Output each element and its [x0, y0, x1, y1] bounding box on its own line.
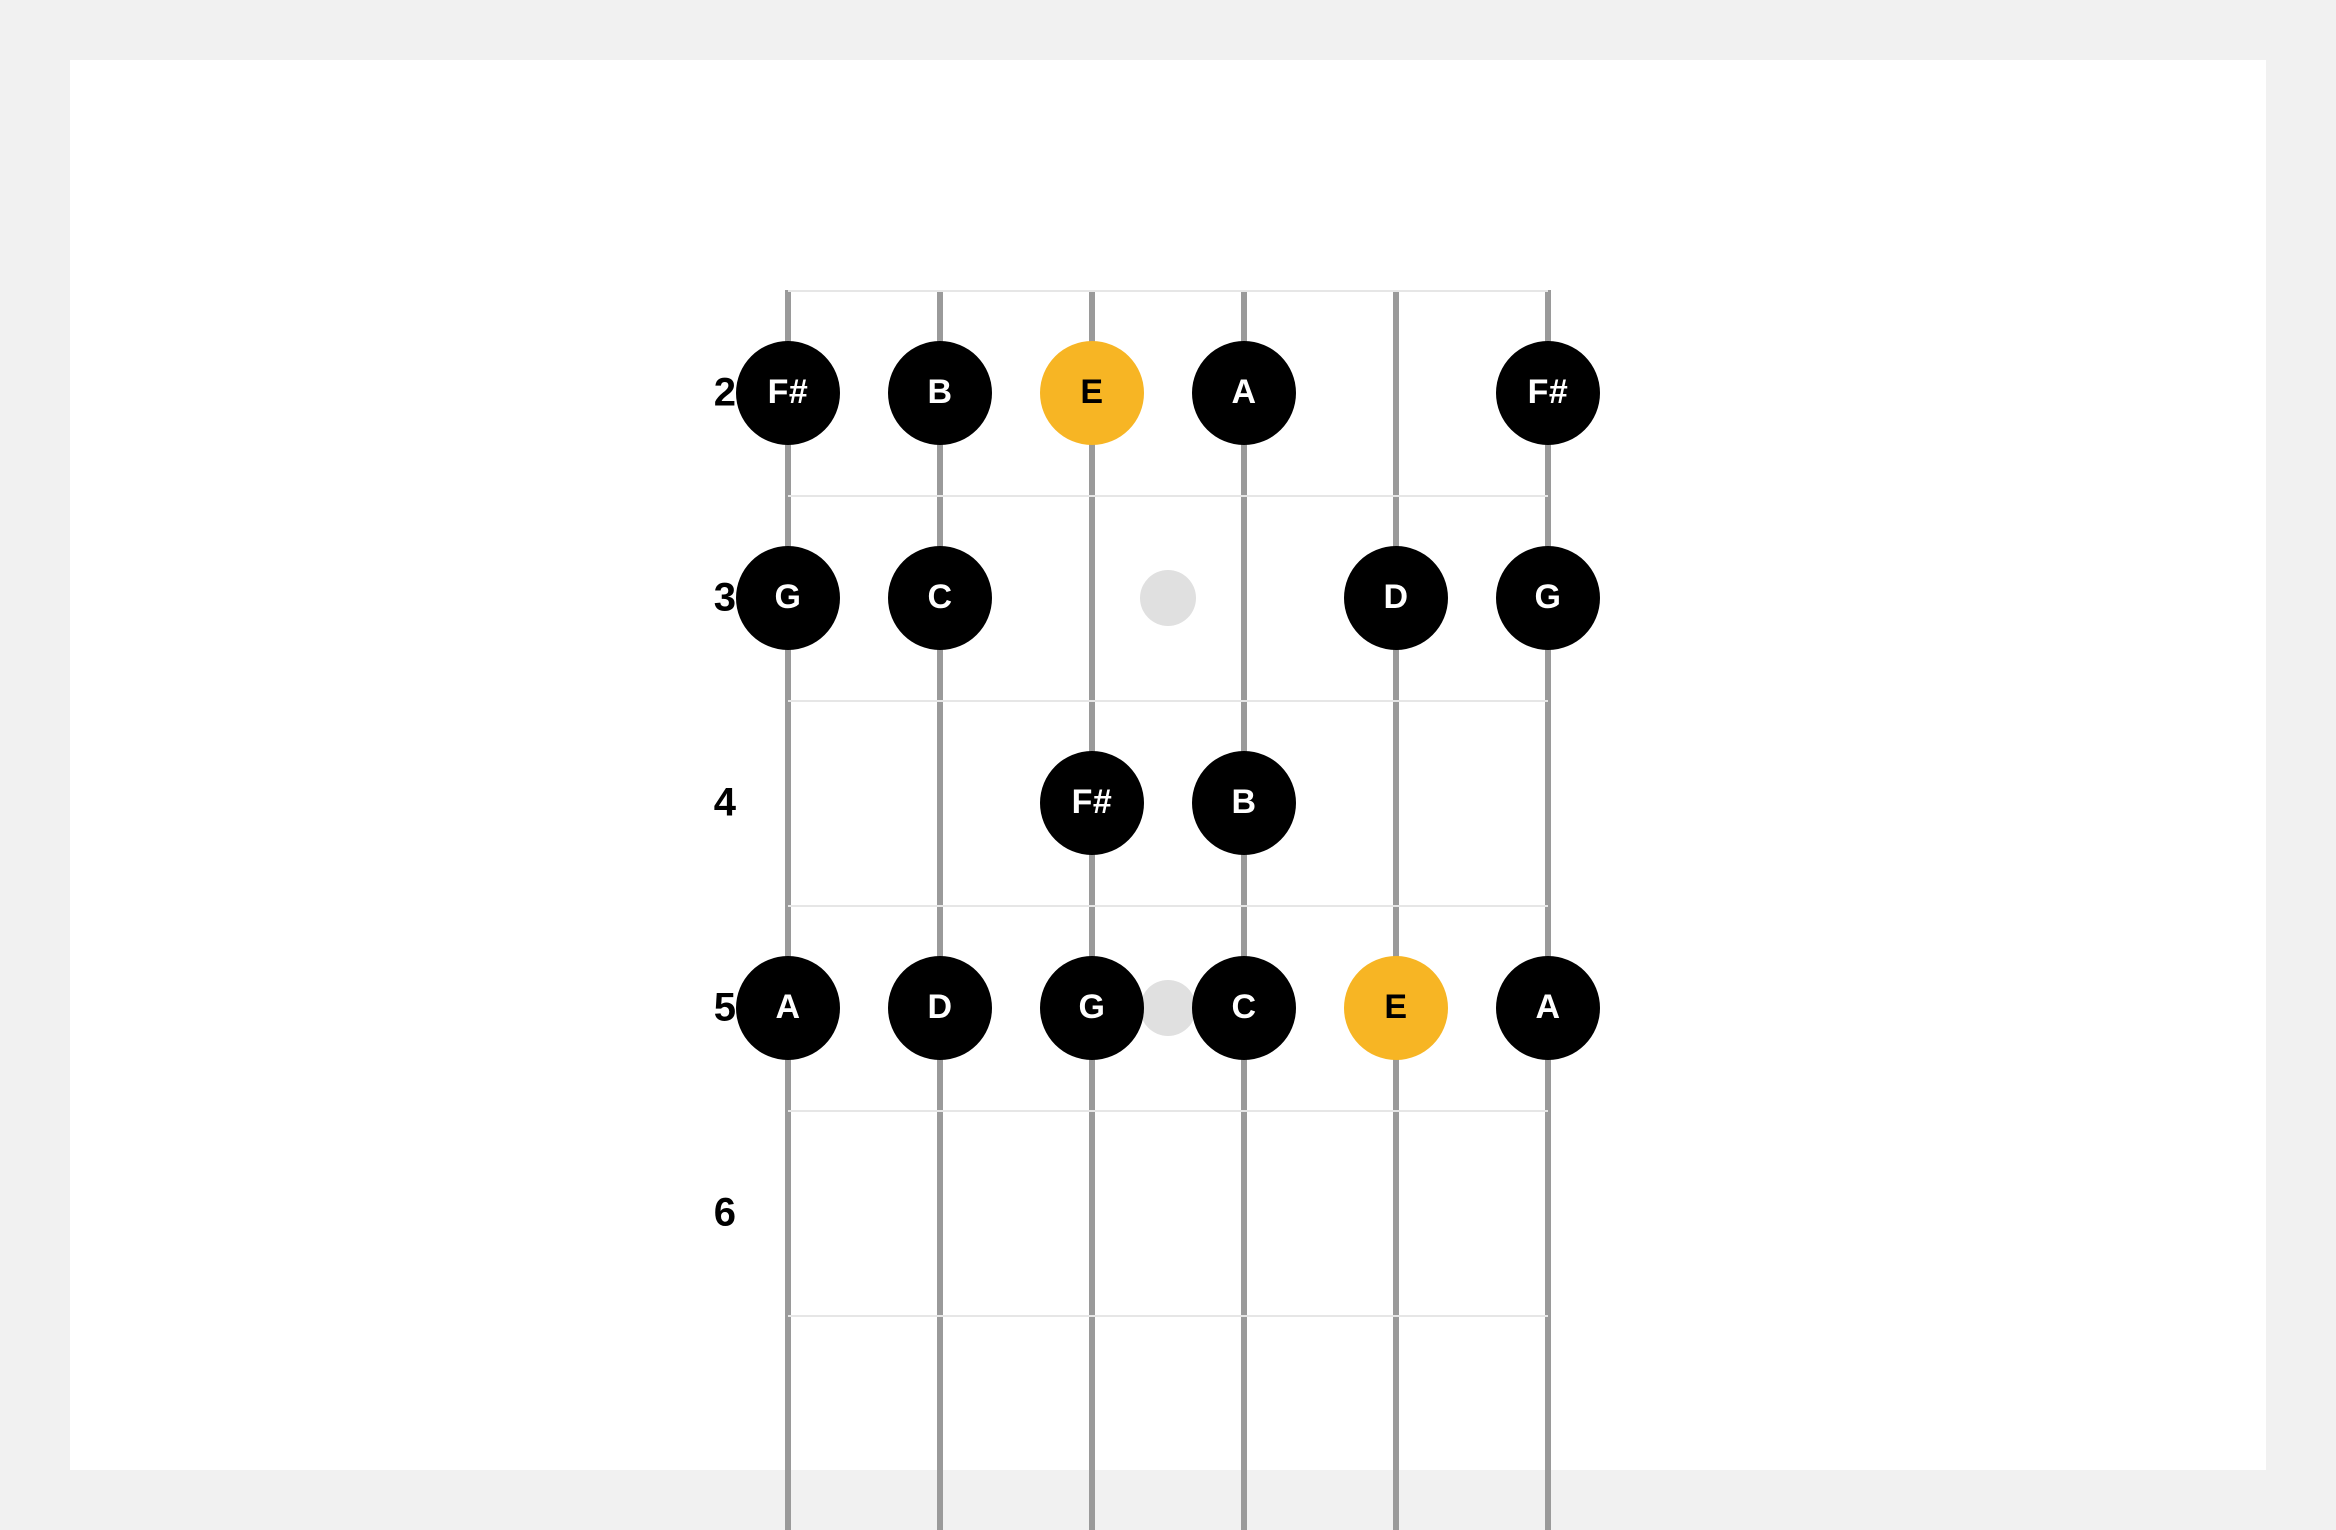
- fret-line-1: [788, 290, 1548, 292]
- string-1: [937, 290, 943, 1530]
- inlay-fret-3: [1140, 570, 1196, 626]
- fret-line-3: [788, 700, 1548, 702]
- note-D-s1-f5: D: [888, 956, 992, 1060]
- note-G-s0-f3: G: [736, 546, 840, 650]
- fretboard-diagram: 23456F#BEAF#GCDGF#BADGCEA: [788, 290, 1548, 1530]
- note-E-s2-f2: E: [1040, 341, 1144, 445]
- string-0: [785, 290, 791, 1530]
- note-B-s1-f2: B: [888, 341, 992, 445]
- note-E-s4-f5: E: [1344, 956, 1448, 1060]
- note-D-s4-f3: D: [1344, 546, 1448, 650]
- note-C-s1-f3: C: [888, 546, 992, 650]
- fretboard: 23456F#BEAF#GCDGF#BADGCEA: [788, 290, 1548, 1530]
- string-2: [1089, 290, 1095, 1530]
- note-A-s5-f5: A: [1496, 956, 1600, 1060]
- fret-line-4: [788, 905, 1548, 907]
- note-Fsharp-s0-f2: F#: [736, 341, 840, 445]
- content-card: 23456F#BEAF#GCDGF#BADGCEA: [70, 60, 2266, 1470]
- note-Fsharp-s5-f2: F#: [1496, 341, 1600, 445]
- note-C-s3-f5: C: [1192, 956, 1296, 1060]
- string-4: [1393, 290, 1399, 1530]
- fret-line-6: [788, 1315, 1548, 1317]
- note-A-s0-f5: A: [736, 956, 840, 1060]
- fret-line-2: [788, 495, 1548, 497]
- inlay-fret-5: [1140, 980, 1196, 1036]
- string-5: [1545, 290, 1551, 1530]
- note-G-s5-f3: G: [1496, 546, 1600, 650]
- note-Fsharp-s2-f4: F#: [1040, 751, 1144, 855]
- note-B-s3-f4: B: [1192, 751, 1296, 855]
- note-A-s3-f2: A: [1192, 341, 1296, 445]
- fret-line-5: [788, 1110, 1548, 1112]
- string-3: [1241, 290, 1247, 1530]
- note-G-s2-f5: G: [1040, 956, 1144, 1060]
- fret-number-4: 4: [714, 780, 778, 825]
- fret-number-6: 6: [714, 1190, 778, 1235]
